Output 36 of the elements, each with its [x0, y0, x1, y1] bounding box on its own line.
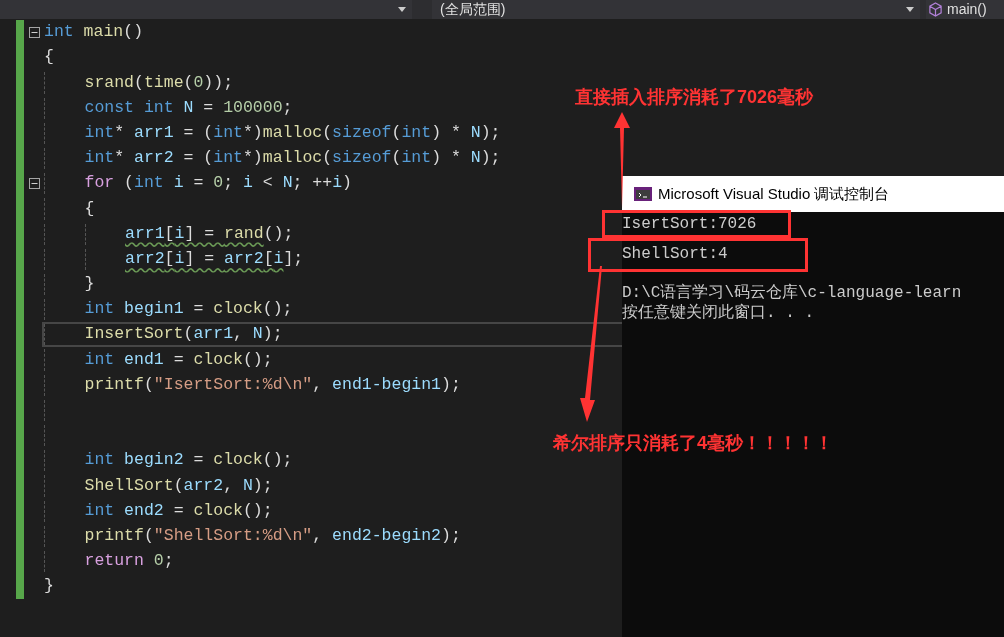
- code-line: printf("IsertSort:%d\n", end1-begin1);: [84, 373, 461, 396]
- code-line: int begin1 = clock();: [84, 298, 293, 321]
- console-app-icon: [634, 187, 652, 201]
- console-output-line: IsertSort:7026: [622, 215, 757, 233]
- code-line: int* arr1 = (int*)malloc(sizeof(int) * N);: [84, 121, 501, 144]
- collapse-icon[interactable]: [28, 178, 40, 190]
- code-line: arr1[i] = rand();: [125, 222, 294, 245]
- code-line: int begin2 = clock();: [84, 449, 293, 472]
- code-line: arr2[i] = arr2[i];: [125, 247, 304, 270]
- code-line: srand(time(0));: [84, 71, 234, 94]
- code-line: for (int i = 0; i < N; ++i): [84, 172, 352, 195]
- code-line: InsertSort(arr1, N);: [84, 323, 283, 346]
- console-title: Microsoft Visual Studio 调试控制台: [658, 183, 890, 204]
- code-line: int end2 = clock();: [84, 499, 273, 522]
- code-line: }: [44, 575, 54, 598]
- member-dropdown[interactable]: main(): [926, 0, 1004, 19]
- code-line: int end1 = clock();: [84, 348, 273, 371]
- cube-icon: [928, 2, 943, 17]
- code-line: {: [84, 197, 95, 220]
- code-line: {: [44, 46, 54, 69]
- caret-icon: [906, 7, 914, 12]
- caret-icon: [398, 7, 406, 12]
- scope-dropdown[interactable]: (全局范围): [432, 0, 920, 19]
- code-line: return 0;: [84, 550, 174, 573]
- annotation-note: 希尔排序只消耗了4毫秒！！！！！: [553, 432, 833, 455]
- code-line: printf("ShellSort:%d\n", end2-begin2);: [84, 524, 461, 547]
- console-output-line: 按任意键关闭此窗口. . .: [622, 304, 814, 322]
- code-line: int* arr2 = (int*)malloc(sizeof(int) * N);: [84, 147, 501, 170]
- code-line: ShellSort(arr2, N);: [84, 474, 273, 497]
- code-line: }: [84, 273, 95, 296]
- console-output-line: ShellSort:4: [622, 245, 728, 263]
- code-line: int main(): [44, 21, 144, 44]
- collapse-icon[interactable]: [28, 27, 40, 39]
- console-output-line: D:\C语言学习\码云仓库\c-language-learn: [622, 284, 962, 302]
- code-line: const int N = 100000;: [84, 96, 293, 119]
- annotation-note: 直接插入排序消耗了7026毫秒: [575, 86, 814, 109]
